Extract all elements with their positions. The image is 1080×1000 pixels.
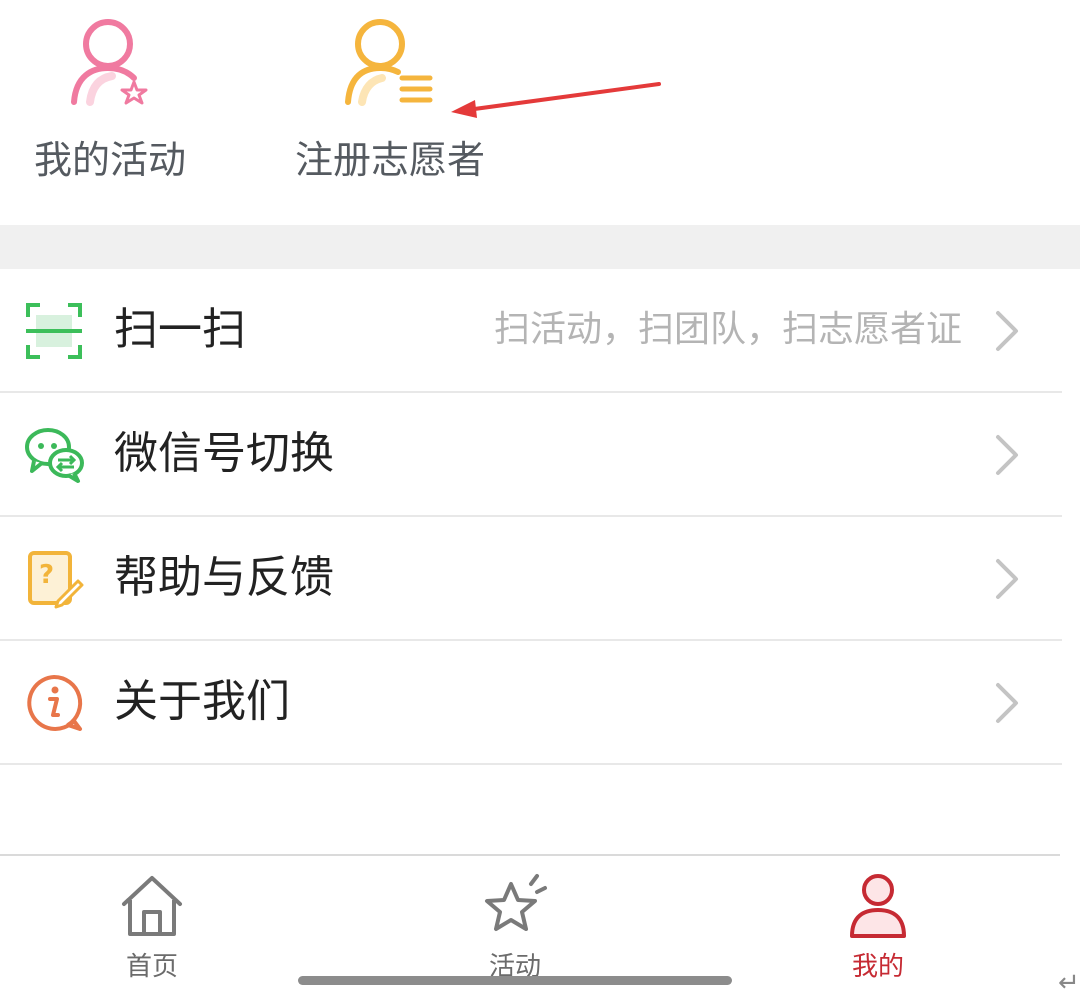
- user-icon: [850, 874, 906, 938]
- return-glyph: ↵: [1058, 968, 1080, 998]
- svg-text:?: ?: [39, 560, 54, 590]
- info-icon: [27, 674, 83, 731]
- wechat-switch-icon: [25, 428, 84, 483]
- home-indicator[interactable]: [298, 976, 732, 985]
- annotation-arrow-icon: [451, 82, 661, 118]
- user-list-icon: [345, 19, 433, 106]
- chevron-right-icon: [996, 559, 1018, 599]
- quick-actions: 我的活动 注册志愿者: [0, 0, 1080, 225]
- chevron-right-icon: [996, 311, 1018, 351]
- section-separator: [0, 225, 1080, 269]
- scan-hint: 扫活动，扫团队，扫志愿者证: [493, 309, 962, 350]
- chevron-right-icon: [996, 683, 1018, 723]
- help-feedback-icon: ?: [28, 551, 84, 609]
- my-activities-button[interactable]: 我的活动: [0, 0, 240, 200]
- star-icon: [485, 874, 547, 931]
- scan-icon: [26, 303, 82, 359]
- about-us-label: 关于我们: [114, 676, 290, 727]
- chevron-right-icon: [996, 435, 1018, 475]
- tab-mine[interactable]: 我的: [778, 856, 978, 996]
- wechat-switch-label: 微信号切换: [114, 428, 334, 479]
- mine-page: 我的活动 注册志愿者 扫一扫 扫活动，扫团队，扫志愿者证 微信号切换 ? 帮助与…: [0, 0, 1080, 1000]
- help-feedback-label: 帮助与反馈: [114, 552, 334, 603]
- menu-item-wechat-switch[interactable]: 微信号切换: [0, 393, 1062, 517]
- scan-label: 扫一扫: [114, 304, 246, 355]
- settings-menu: 扫一扫 扫活动，扫团队，扫志愿者证 微信号切换 ? 帮助与反馈 关于我们: [0, 269, 1080, 765]
- user-star-icon: [71, 19, 148, 106]
- tab-mine-label: 我的: [851, 952, 904, 982]
- register-volunteer-label: 注册志愿者: [294, 138, 485, 182]
- menu-item-about-us[interactable]: 关于我们: [0, 641, 1062, 765]
- my-activities-label: 我的活动: [33, 138, 186, 182]
- menu-item-help-feedback[interactable]: ? 帮助与反馈: [0, 517, 1062, 641]
- tab-activity[interactable]: 活动: [415, 856, 615, 996]
- tab-home[interactable]: 首页: [52, 856, 252, 996]
- tab-home-label: 首页: [125, 952, 178, 982]
- home-icon: [122, 876, 182, 936]
- menu-item-scan[interactable]: 扫一扫 扫活动，扫团队，扫志愿者证: [0, 269, 1062, 393]
